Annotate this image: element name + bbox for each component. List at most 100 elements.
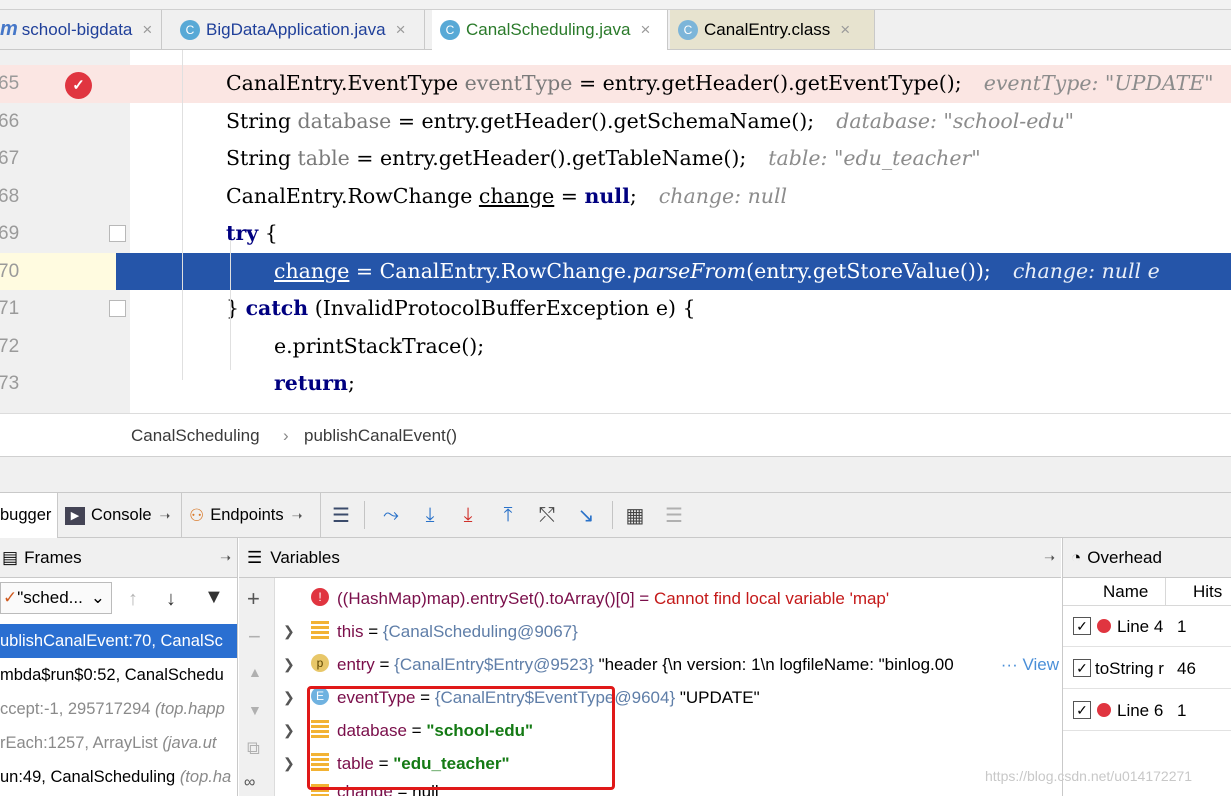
add-watch-icon[interactable]: + (247, 586, 260, 612)
endpoints-icon: ⚇ (189, 505, 205, 525)
frame-row[interactable]: un:49, CanalScheduling (top.ha (0, 760, 237, 794)
code-line[interactable]: 68 CanalEntry.RowChange change = null; ch… (0, 178, 1231, 216)
top-strip (0, 0, 1231, 10)
line-number: 69 (0, 223, 20, 244)
remove-watch-icon[interactable]: − (248, 624, 261, 650)
frame-up-icon[interactable]: ↑ (128, 588, 138, 611)
line-number: 70 (0, 252, 116, 290)
code-editor[interactable]: 65 ✓ CanalEntry.EventType eventType = en… (0, 50, 1231, 413)
variable-row-entry[interactable]: ❯ p entry = {CanalEntry$Entry@9523} "hea… (275, 648, 1061, 681)
line-number: 66 (0, 110, 20, 132)
code-line-current[interactable]: 70 change = CanalEntry.RowChange.parseFr… (0, 252, 1231, 290)
frames-title: Frames (24, 547, 82, 567)
breadcrumb-class[interactable]: CanalScheduling (131, 426, 260, 446)
frame-row[interactable]: mbda$run$0:52, CanalSchedu (0, 658, 237, 692)
tab-label: CanalEntry.class (704, 19, 831, 39)
code-line[interactable]: 73 return; (0, 365, 1231, 403)
expand-arrow-icon[interactable]: ❯ (283, 747, 295, 780)
view-link[interactable]: ··· View (996, 648, 1059, 681)
pin-icon: ➝ (1044, 549, 1055, 565)
tab-endpoints[interactable]: ⚇ Endpoints ➝ (183, 493, 321, 538)
variables-side-toolbar: + − ▲ ▼ ⧉ ∞ (239, 578, 275, 796)
step-over-icon[interactable]: ⤓ (417, 501, 443, 529)
frames-icon: ▤ (2, 547, 19, 567)
overhead-panel: ◔ Overhead Name Hits ✓ Line 4 1 ✓ toStri… (1062, 538, 1231, 796)
copy-icon[interactable]: ⧉ (247, 738, 260, 759)
overhead-row[interactable]: ✓ Line 6 1 (1063, 690, 1231, 731)
tab-debugger[interactable]: bugger (0, 493, 58, 538)
force-step-into-icon[interactable]: ⤓ (455, 501, 481, 529)
breadcrumb-method[interactable]: publishCanalEvent() (304, 426, 457, 446)
variables-title: Variables (270, 547, 340, 567)
expand-arrow-icon[interactable]: ❯ (283, 714, 295, 747)
panel-divider (0, 456, 1231, 492)
glasses-icon[interactable]: ∞ (244, 774, 255, 792)
line-number: 71 (0, 298, 20, 319)
frame-row[interactable]: ccept:-1, 295717294 (top.happ (0, 692, 237, 726)
frame-down-icon[interactable]: ↓ (166, 588, 176, 611)
pin-icon: ➝ (291, 507, 303, 523)
code-line[interactable]: 67 String table = entry.getHeader().getT… (0, 140, 1231, 178)
code-text: e.printStackTrace(); (274, 333, 485, 358)
frames-panel: ▤ Frames ➝ ✓"sched... ⌄ ↑ ↓ ▼ ublishCana… (0, 538, 238, 796)
breakpoint-check-icon[interactable]: ✓ (65, 72, 92, 99)
pin-icon: ➝ (159, 507, 171, 523)
step-out-icon[interactable]: ⤒ (495, 501, 521, 529)
expand-arrow-icon[interactable]: ❯ (283, 648, 295, 681)
column-header-name[interactable]: Name (1103, 582, 1148, 602)
close-icon[interactable]: × (840, 20, 850, 40)
code-line[interactable]: 72 e.printStackTrace(); (0, 328, 1231, 366)
code-line[interactable]: 69 try { (0, 215, 1231, 253)
drop-frame-icon[interactable]: ⤲ (534, 501, 560, 529)
close-icon[interactable]: × (142, 20, 152, 40)
code-text: } catch (InvalidProtocolBufferException … (226, 296, 696, 320)
breakpoint-icon (1097, 619, 1111, 633)
code-text: String table = entry.getHeader().getTabl… (226, 146, 981, 170)
tab-bigdataapplication[interactable]: C BigDataApplication.java × (172, 10, 425, 49)
code-text: try { (226, 221, 278, 245)
toolbar-separator (364, 501, 365, 529)
move-up-icon[interactable]: ▲ (248, 664, 262, 680)
tab-school-bigdata[interactable]: m school-bigdata × (0, 10, 162, 49)
tab-label: BigDataApplication.java (206, 19, 386, 39)
frame-row[interactable]: rEach:1257, ArrayList (java.ut (0, 726, 237, 760)
variable-row-error[interactable]: ! ((HashMap)map).entrySet().toArray()[0]… (275, 582, 1061, 615)
variable-row-this[interactable]: ❯ this = {CanalScheduling@9067} (275, 615, 1061, 648)
close-icon[interactable]: × (396, 20, 406, 40)
run-to-cursor-icon[interactable]: ↘ (573, 501, 599, 529)
code-line[interactable]: 71 } catch (InvalidProtocolBufferExcepti… (0, 290, 1231, 328)
module-icon: m (0, 18, 18, 40)
thread-selector[interactable]: ✓"sched... ⌄ (0, 582, 112, 614)
menu-icon[interactable]: ☰ (328, 501, 354, 529)
enabled-checkbox[interactable]: ✓ (1073, 701, 1091, 719)
trace-icon[interactable]: ☰ (661, 501, 687, 529)
enabled-checkbox[interactable]: ✓ (1073, 617, 1091, 635)
overhead-row[interactable]: ✓ Line 4 1 (1063, 606, 1231, 647)
tab-canalentry-class[interactable]: C CanalEntry.class × (670, 10, 875, 49)
code-text: return; (274, 371, 355, 395)
frame-row[interactable]: ublishCanalEvent:70, CanalSc (0, 624, 237, 658)
overhead-title: Overhead (1087, 547, 1162, 567)
fold-marker-icon[interactable] (109, 300, 126, 317)
enabled-checkbox[interactable]: ✓ (1073, 659, 1091, 677)
toolbar-separator (612, 501, 613, 529)
breadcrumb-separator: › (283, 426, 289, 445)
expand-arrow-icon[interactable]: ❯ (283, 615, 295, 648)
expand-arrow-icon[interactable]: ❯ (283, 681, 295, 714)
fold-marker-icon[interactable] (109, 225, 126, 242)
class-file-icon: C (678, 19, 698, 40)
tab-canalscheduling[interactable]: C CanalScheduling.java × (432, 10, 668, 50)
code-line[interactable]: 66 String database = entry.getHeader().g… (0, 103, 1231, 141)
evaluate-expression-icon[interactable]: ▦ (622, 501, 648, 529)
column-header-hits[interactable]: Hits (1193, 582, 1222, 602)
close-icon[interactable]: × (640, 20, 650, 40)
class-icon: C (180, 19, 200, 40)
tab-console[interactable]: ▶ Console ➝ (59, 493, 182, 538)
error-icon: ! (311, 588, 329, 606)
show-execution-point-icon[interactable]: ⤳ (378, 501, 404, 529)
overhead-row[interactable]: ✓ toString r 46 (1063, 648, 1231, 689)
code-line[interactable]: 65 ✓ CanalEntry.EventType eventType = en… (0, 65, 1231, 103)
move-down-icon[interactable]: ▼ (248, 702, 262, 718)
frames-header: ▤ Frames ➝ (0, 538, 237, 578)
filter-icon[interactable]: ▼ (204, 586, 224, 609)
